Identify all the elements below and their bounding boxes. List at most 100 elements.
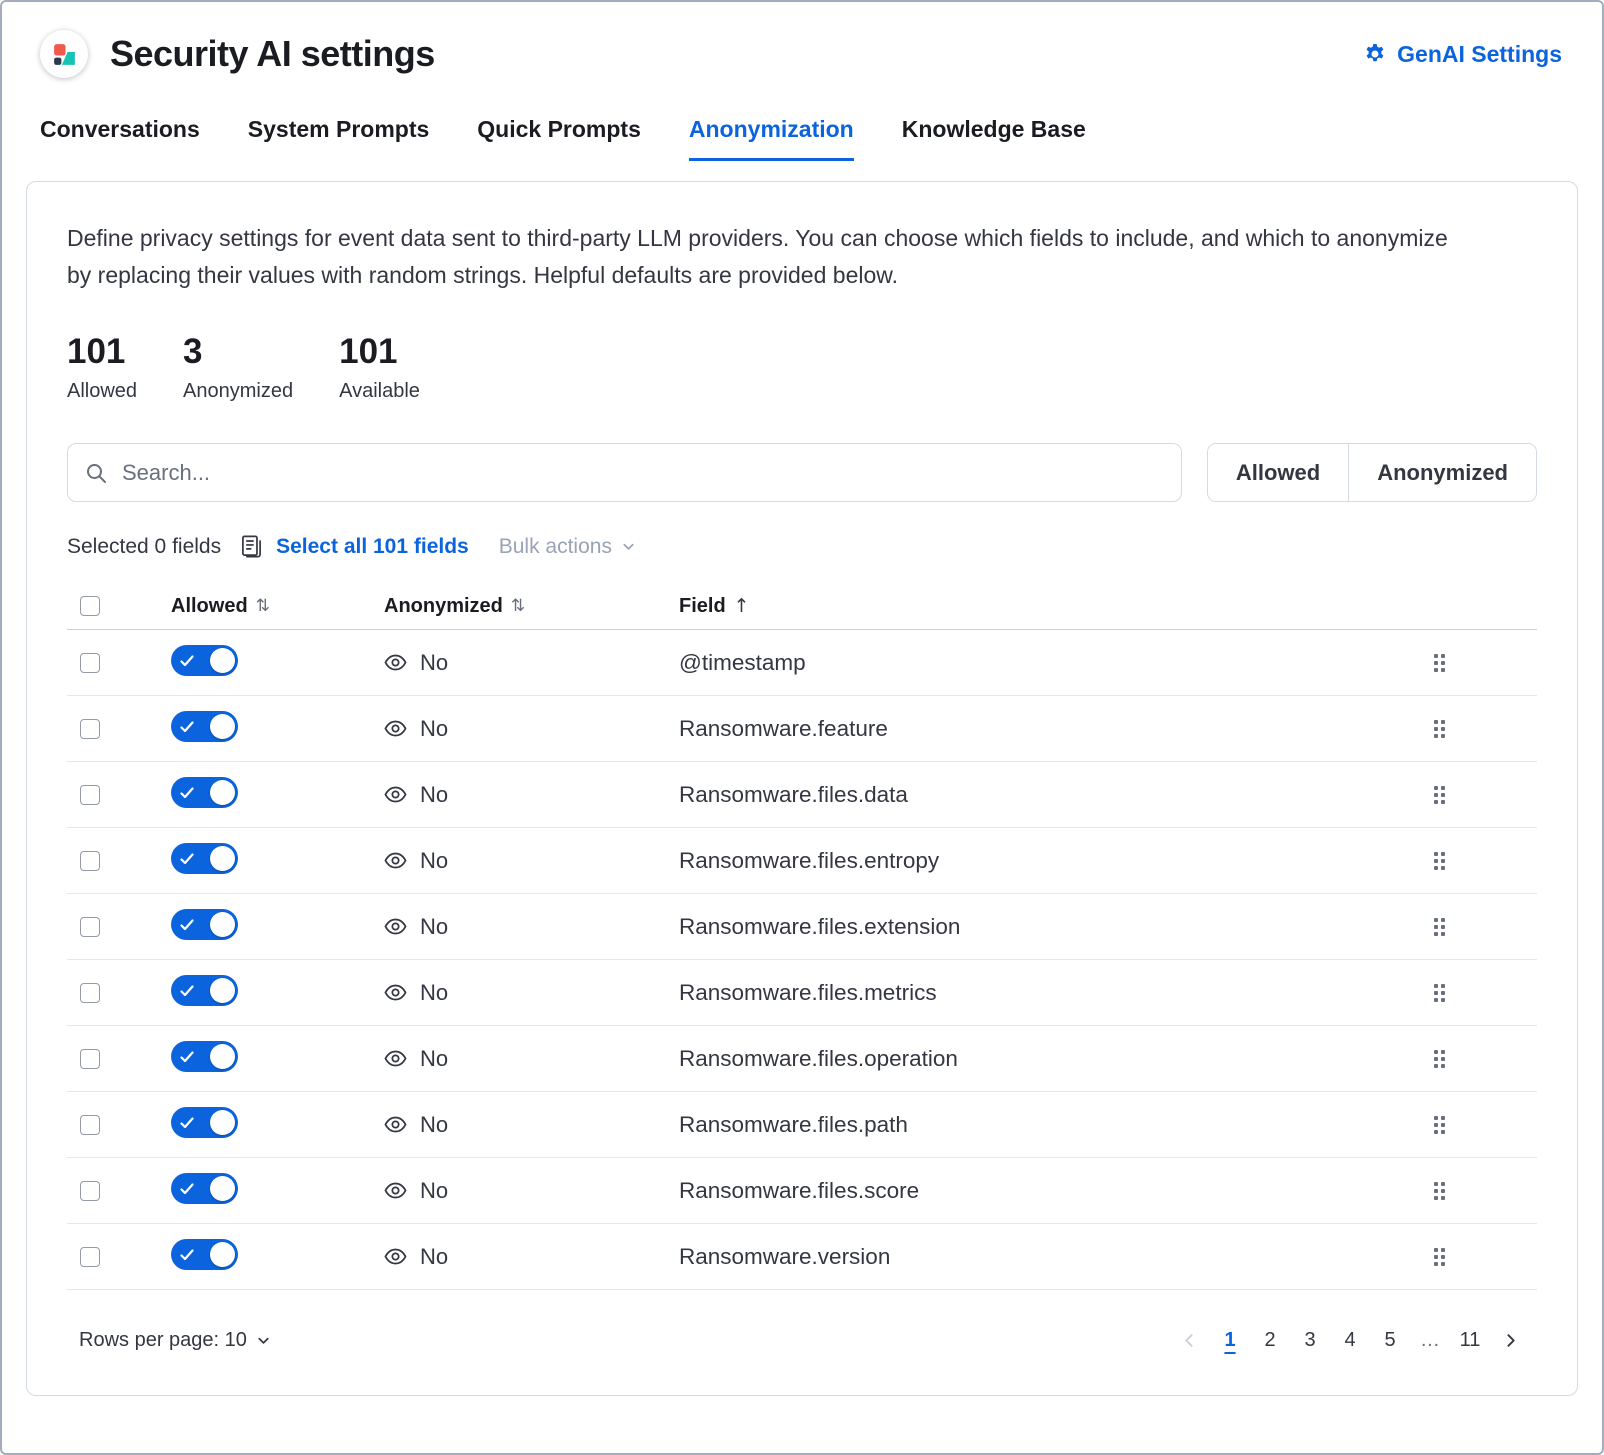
row-actions-icon[interactable] — [1428, 780, 1451, 810]
row-actions-icon[interactable] — [1428, 1176, 1451, 1206]
allowed-toggle[interactable] — [171, 777, 238, 808]
anonymized-value: No — [420, 1046, 448, 1072]
row-actions-icon[interactable] — [1428, 1242, 1451, 1272]
toggle-knob — [210, 1110, 235, 1135]
anonymized-value: No — [420, 716, 448, 742]
column-header-field[interactable]: Field ↑ — [679, 595, 1341, 618]
eye-icon — [384, 1179, 407, 1202]
bulk-actions-button[interactable]: Bulk actions — [499, 535, 636, 559]
allowed-toggle[interactable] — [171, 1173, 238, 1204]
stats-row: 101 Allowed 3 Anonymized 101 Available — [67, 333, 1537, 404]
toggle-knob — [210, 1242, 235, 1267]
eye-icon — [384, 981, 407, 1004]
tab-knowledge-base[interactable]: Knowledge Base — [902, 116, 1086, 161]
row-checkbox[interactable] — [80, 917, 100, 937]
toggle-knob — [210, 714, 235, 739]
field-name: Ransomware.files.extension — [679, 914, 1341, 940]
search-field-wrap — [67, 443, 1182, 502]
eye-icon — [384, 783, 407, 806]
stat-anonymized-value: 3 — [183, 333, 293, 372]
allowed-toggle[interactable] — [171, 711, 238, 742]
page-button-11[interactable]: 11 — [1450, 1322, 1490, 1359]
row-actions-icon[interactable] — [1428, 714, 1451, 744]
column-header-allowed[interactable]: Allowed ⇅ — [171, 595, 384, 618]
check-icon — [180, 853, 194, 865]
search-input[interactable] — [67, 443, 1182, 502]
select-all-checkbox[interactable] — [80, 596, 100, 616]
rows-per-page-button[interactable]: Rows per page: 10 — [79, 1329, 271, 1352]
check-icon — [180, 787, 194, 799]
tab-bar: Conversations System Prompts Quick Promp… — [2, 116, 1602, 161]
allowed-toggle[interactable] — [171, 909, 238, 940]
anonymization-panel: Define privacy settings for event data s… — [26, 181, 1578, 1396]
genai-settings-link[interactable]: GenAI Settings — [1363, 41, 1562, 68]
row-checkbox[interactable] — [80, 785, 100, 805]
tab-conversations[interactable]: Conversations — [40, 116, 200, 161]
row-actions-icon[interactable] — [1428, 648, 1451, 678]
row-checkbox[interactable] — [80, 1181, 100, 1201]
row-checkbox[interactable] — [80, 653, 100, 673]
page-button-3[interactable]: 3 — [1290, 1322, 1330, 1359]
check-icon — [180, 985, 194, 997]
page-button-5[interactable]: 5 — [1370, 1322, 1410, 1359]
table-row: No Ransomware.files.extension — [67, 894, 1537, 960]
stat-anonymized-label: Anonymized — [183, 380, 293, 403]
stat-available-label: Available — [339, 380, 420, 403]
genai-settings-label: GenAI Settings — [1397, 41, 1562, 68]
check-icon — [180, 919, 194, 931]
allowed-toggle[interactable] — [171, 975, 238, 1006]
eye-icon — [384, 1245, 407, 1268]
tab-system-prompts[interactable]: System Prompts — [248, 116, 430, 161]
page-button-2[interactable]: 2 — [1250, 1322, 1290, 1359]
allowed-toggle[interactable] — [171, 843, 238, 874]
toggle-knob — [210, 780, 235, 805]
assistant-logo — [40, 30, 88, 78]
filter-anonymized-button[interactable]: Anonymized — [1348, 444, 1536, 501]
column-header-anonymized[interactable]: Anonymized ⇅ — [384, 595, 679, 618]
next-page-button[interactable] — [1490, 1332, 1531, 1349]
anonymized-header-label: Anonymized — [384, 595, 503, 618]
select-all-link[interactable]: Select all 101 fields — [276, 535, 469, 559]
page-button-4[interactable]: 4 — [1330, 1322, 1370, 1359]
row-checkbox[interactable] — [80, 1115, 100, 1135]
page-header: Security AI settings GenAI Settings — [2, 2, 1602, 78]
sort-icon: ⇅ — [256, 596, 270, 616]
toggle-knob — [210, 648, 235, 673]
elastic-ai-logo-icon — [51, 41, 78, 68]
check-icon — [180, 655, 194, 667]
check-icon — [180, 1051, 194, 1063]
stat-available: 101 Available — [339, 333, 420, 404]
chevron-left-icon — [1181, 1332, 1198, 1349]
tab-quick-prompts[interactable]: Quick Prompts — [477, 116, 641, 161]
page-button-1[interactable]: 1 — [1210, 1322, 1250, 1359]
allowed-toggle[interactable] — [171, 645, 238, 676]
row-checkbox[interactable] — [80, 851, 100, 871]
row-actions-icon[interactable] — [1428, 846, 1451, 876]
row-actions-icon[interactable] — [1428, 1110, 1451, 1140]
sort-asc-arrow-icon: ↑ — [734, 595, 750, 617]
header-checkbox-cell — [67, 596, 171, 616]
stat-allowed-value: 101 — [67, 333, 137, 372]
allowed-toggle[interactable] — [171, 1107, 238, 1138]
tab-anonymization[interactable]: Anonymization — [689, 116, 854, 161]
row-checkbox[interactable] — [80, 1247, 100, 1267]
pages-select-icon — [239, 534, 264, 559]
filter-button-group: Allowed Anonymized — [1207, 443, 1537, 502]
row-checkbox[interactable] — [80, 983, 100, 1003]
row-actions-icon[interactable] — [1428, 912, 1451, 942]
allowed-toggle[interactable] — [171, 1239, 238, 1270]
stat-available-value: 101 — [339, 333, 420, 372]
panel-description: Define privacy settings for event data s… — [67, 220, 1467, 295]
check-icon — [180, 721, 194, 733]
field-name: @timestamp — [679, 650, 1341, 676]
page-title: Security AI settings — [110, 33, 435, 75]
row-checkbox[interactable] — [80, 719, 100, 739]
fields-table: Allowed ⇅ Anonymized ⇅ Field ↑ No @times — [67, 583, 1537, 1290]
allowed-toggle[interactable] — [171, 1041, 238, 1072]
field-header-label: Field — [679, 595, 726, 618]
row-checkbox[interactable] — [80, 1049, 100, 1069]
row-actions-icon[interactable] — [1428, 978, 1451, 1008]
previous-page-button[interactable] — [1169, 1332, 1210, 1349]
filter-allowed-button[interactable]: Allowed — [1208, 444, 1348, 501]
row-actions-icon[interactable] — [1428, 1044, 1451, 1074]
